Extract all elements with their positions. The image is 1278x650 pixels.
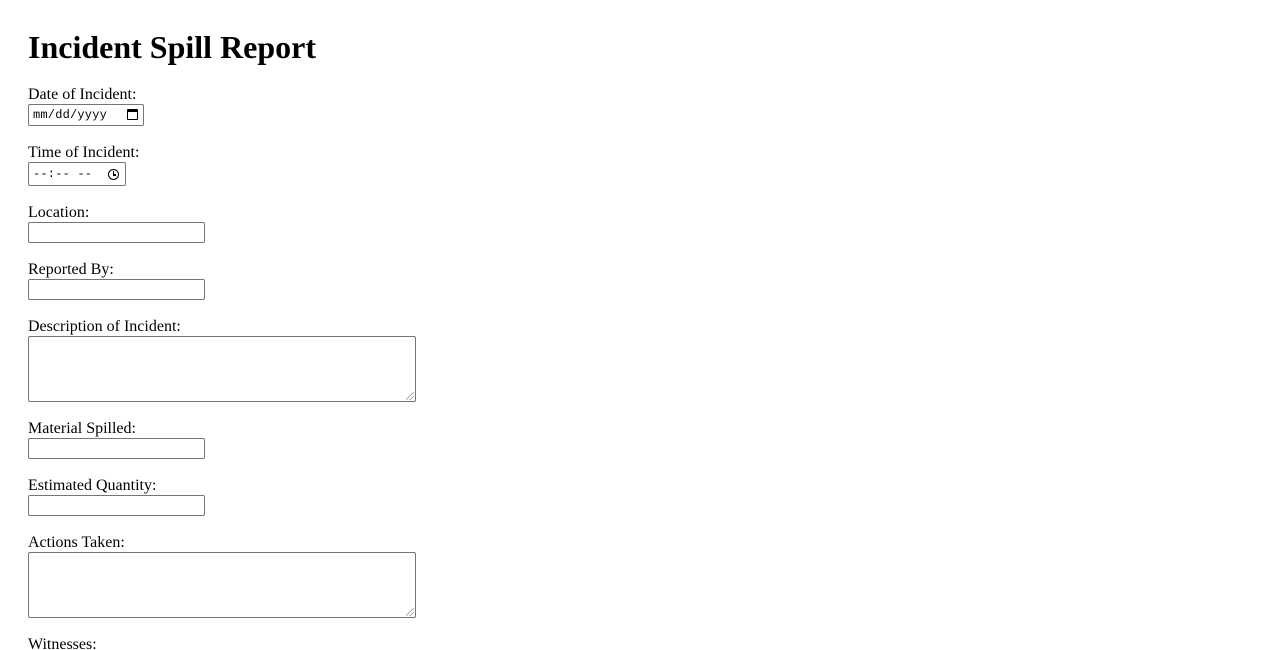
location-input[interactable] [28, 222, 205, 243]
description-textarea[interactable] [28, 336, 416, 402]
reported-by-input[interactable] [28, 279, 205, 300]
description-label: Description of Incident: [28, 318, 181, 335]
time-label: Time of Incident: [28, 144, 140, 161]
date-placeholder: mm/dd/yyyy [33, 108, 108, 122]
incident-spill-report-page: Incident Spill Report Date of Incident: … [0, 0, 1278, 650]
page-title: Incident Spill Report [28, 29, 317, 65]
actions-textarea[interactable] [28, 552, 416, 618]
time-input[interactable]: --:-- -- [28, 162, 126, 186]
quantity-label: Estimated Quantity: [28, 477, 157, 494]
time-placeholder: --:-- -- [33, 167, 93, 181]
clock-icon[interactable] [108, 169, 119, 180]
material-label: Material Spilled: [28, 420, 136, 437]
witnesses-label: Witnesses: [28, 636, 97, 650]
material-input[interactable] [28, 438, 205, 459]
location-label: Location: [28, 204, 90, 221]
date-label: Date of Incident: [28, 86, 137, 103]
date-input[interactable]: mm/dd/yyyy [28, 104, 144, 126]
resize-grip-icon[interactable] [406, 608, 414, 616]
calendar-icon[interactable] [127, 109, 138, 120]
reported-by-label: Reported By: [28, 261, 114, 278]
actions-label: Actions Taken: [28, 534, 125, 551]
quantity-input[interactable] [28, 495, 205, 516]
resize-grip-icon[interactable] [406, 392, 414, 400]
